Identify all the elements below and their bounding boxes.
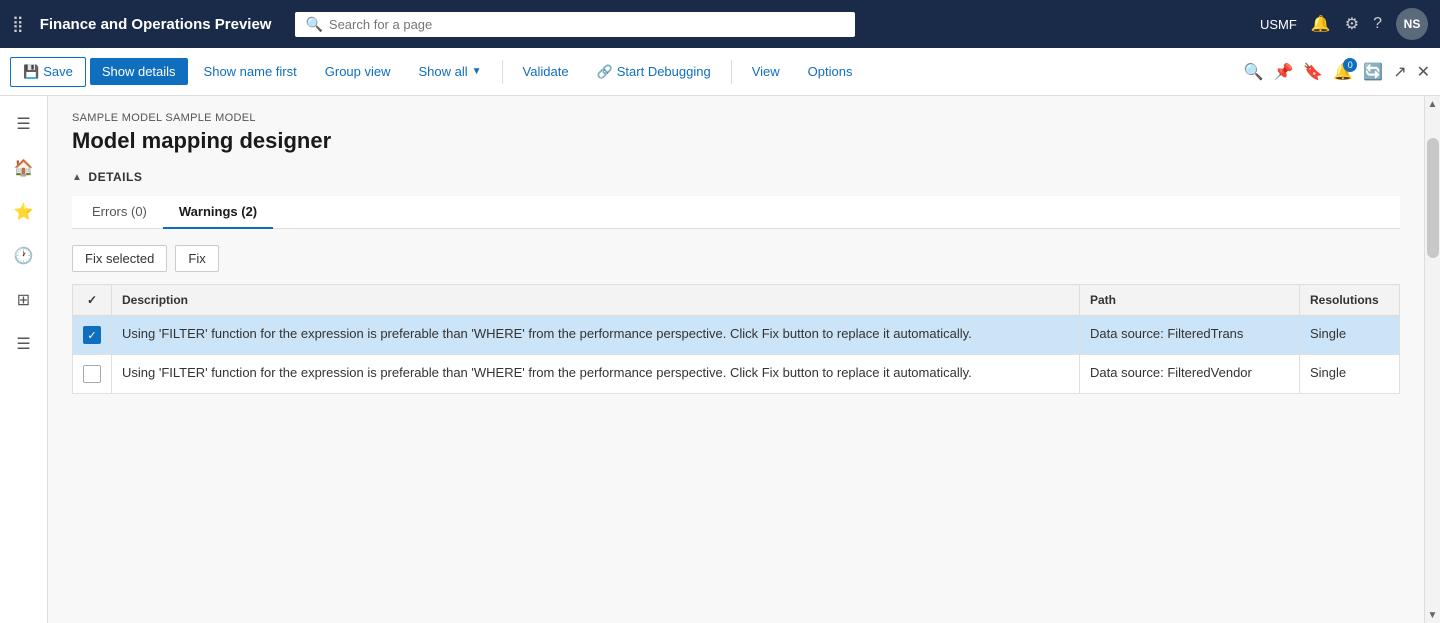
breadcrumb: SAMPLE MODEL SAMPLE MODEL — [72, 112, 1400, 124]
refresh-icon[interactable]: 🔄 — [1363, 62, 1383, 82]
sidebar-workspaces-icon[interactable]: ⊞ — [4, 280, 44, 320]
close-icon[interactable]: ✕ — [1417, 62, 1430, 82]
sidebar-recent-icon[interactable]: 🕐 — [4, 236, 44, 276]
search-bar: 🔍 — [295, 12, 855, 37]
row-2-resolutions: Single — [1300, 355, 1400, 394]
row-1-checkbox[interactable]: ✓ — [83, 326, 101, 344]
notifications-toolbar-icon[interactable]: 🔔 0 — [1333, 62, 1353, 82]
validate-button[interactable]: Validate — [511, 58, 581, 85]
row-1-checkbox-cell[interactable]: ✓ — [73, 316, 112, 355]
row-1-resolutions: Single — [1300, 316, 1400, 355]
row-2-path: Data source: FilteredVendor — [1080, 355, 1300, 394]
select-all-checkbox[interactable]: ✓ — [87, 293, 97, 307]
group-view-button[interactable]: Group view — [313, 58, 403, 85]
settings-icon[interactable]: ⚙ — [1345, 14, 1359, 34]
col-header-resolutions: Resolutions — [1300, 285, 1400, 316]
toolbar-search-icon[interactable]: 🔍 — [1244, 62, 1264, 82]
row-1-path: Data source: FilteredTrans — [1080, 316, 1300, 355]
save-button[interactable]: 💾 Save — [10, 57, 86, 87]
fix-selected-button[interactable]: Fix selected — [72, 245, 167, 272]
collapse-icon: ▲ — [72, 172, 82, 183]
details-label: DETAILS — [88, 170, 142, 184]
col-header-description: Description — [112, 285, 1080, 316]
pin-icon[interactable]: 📌 — [1274, 62, 1294, 82]
content-area: SAMPLE MODEL SAMPLE MODEL Model mapping … — [48, 96, 1424, 623]
debug-icon: 🔗 — [597, 64, 613, 80]
sidebar-modules-icon[interactable]: ☰ — [4, 324, 44, 364]
table-row[interactable]: ✓ Using 'FILTER' function for the expres… — [73, 316, 1400, 355]
row-2-checkbox[interactable] — [83, 365, 101, 383]
sidebar-home-icon[interactable]: 🏠 — [4, 148, 44, 188]
scroll-up-button[interactable]: ▲ — [1425, 96, 1440, 112]
view-button[interactable]: View — [740, 58, 792, 85]
open-icon[interactable]: ↗ — [1393, 62, 1406, 82]
toolbar: 💾 Save Show details Show name first Grou… — [0, 48, 1440, 96]
company-label: USMF — [1260, 17, 1297, 32]
bookmark-icon[interactable]: 🔖 — [1303, 62, 1323, 82]
show-name-first-button[interactable]: Show name first — [192, 58, 309, 85]
help-icon[interactable]: ? — [1373, 15, 1382, 33]
row-1-description: Using 'FILTER' function for the expressi… — [112, 316, 1080, 355]
sidebar: ☰ 🏠 ⭐ 🕐 ⊞ ☰ — [0, 96, 48, 623]
top-nav-right: USMF 🔔 ⚙ ? NS — [1260, 8, 1428, 40]
sidebar-menu-icon[interactable]: ☰ — [4, 104, 44, 144]
show-all-dropdown-arrow: ▼ — [472, 66, 482, 77]
details-tabs: Errors (0) Warnings (2) — [72, 196, 1400, 229]
row-2-description: Using 'FILTER' function for the expressi… — [112, 355, 1080, 394]
details-section-header[interactable]: ▲ DETAILS — [72, 170, 1400, 184]
scrollbar-thumb[interactable] — [1427, 138, 1439, 258]
show-all-button[interactable]: Show all ▼ — [407, 58, 494, 85]
show-details-button[interactable]: Show details — [90, 58, 188, 85]
tab-warnings[interactable]: Warnings (2) — [163, 196, 273, 229]
toolbar-divider-1 — [502, 60, 503, 84]
col-header-check: ✓ — [73, 285, 112, 316]
fix-button[interactable]: Fix — [175, 245, 218, 272]
fix-actions: Fix selected Fix — [72, 245, 1400, 272]
table-row[interactable]: Using 'FILTER' function for the expressi… — [73, 355, 1400, 394]
sidebar-favorites-icon[interactable]: ⭐ — [4, 192, 44, 232]
top-nav: ⣿ Finance and Operations Preview 🔍 USMF … — [0, 0, 1440, 48]
warnings-table: ✓ Description Path Resolutions ✓ Using '… — [72, 284, 1400, 394]
toolbar-divider-2 — [731, 60, 732, 84]
avatar[interactable]: NS — [1396, 8, 1428, 40]
options-button[interactable]: Options — [796, 58, 865, 85]
tab-errors[interactable]: Errors (0) — [76, 196, 163, 229]
save-icon: 💾 — [23, 64, 39, 80]
main-layout: ☰ 🏠 ⭐ 🕐 ⊞ ☰ SAMPLE MODEL SAMPLE MODEL Mo… — [0, 96, 1440, 623]
notifications-icon[interactable]: 🔔 — [1311, 14, 1331, 34]
app-grid-icon[interactable]: ⣿ — [12, 14, 24, 34]
scrollbar: ▲ ▼ — [1424, 96, 1440, 623]
search-icon: 🔍 — [305, 16, 322, 33]
start-debugging-button[interactable]: 🔗 Start Debugging — [585, 58, 723, 86]
col-header-path: Path — [1080, 285, 1300, 316]
page-title: Model mapping designer — [72, 128, 1400, 154]
scroll-down-button[interactable]: ▼ — [1425, 607, 1440, 623]
row-2-checkbox-cell[interactable] — [73, 355, 112, 394]
app-title: Finance and Operations Preview — [40, 16, 272, 33]
search-input[interactable] — [329, 17, 846, 32]
